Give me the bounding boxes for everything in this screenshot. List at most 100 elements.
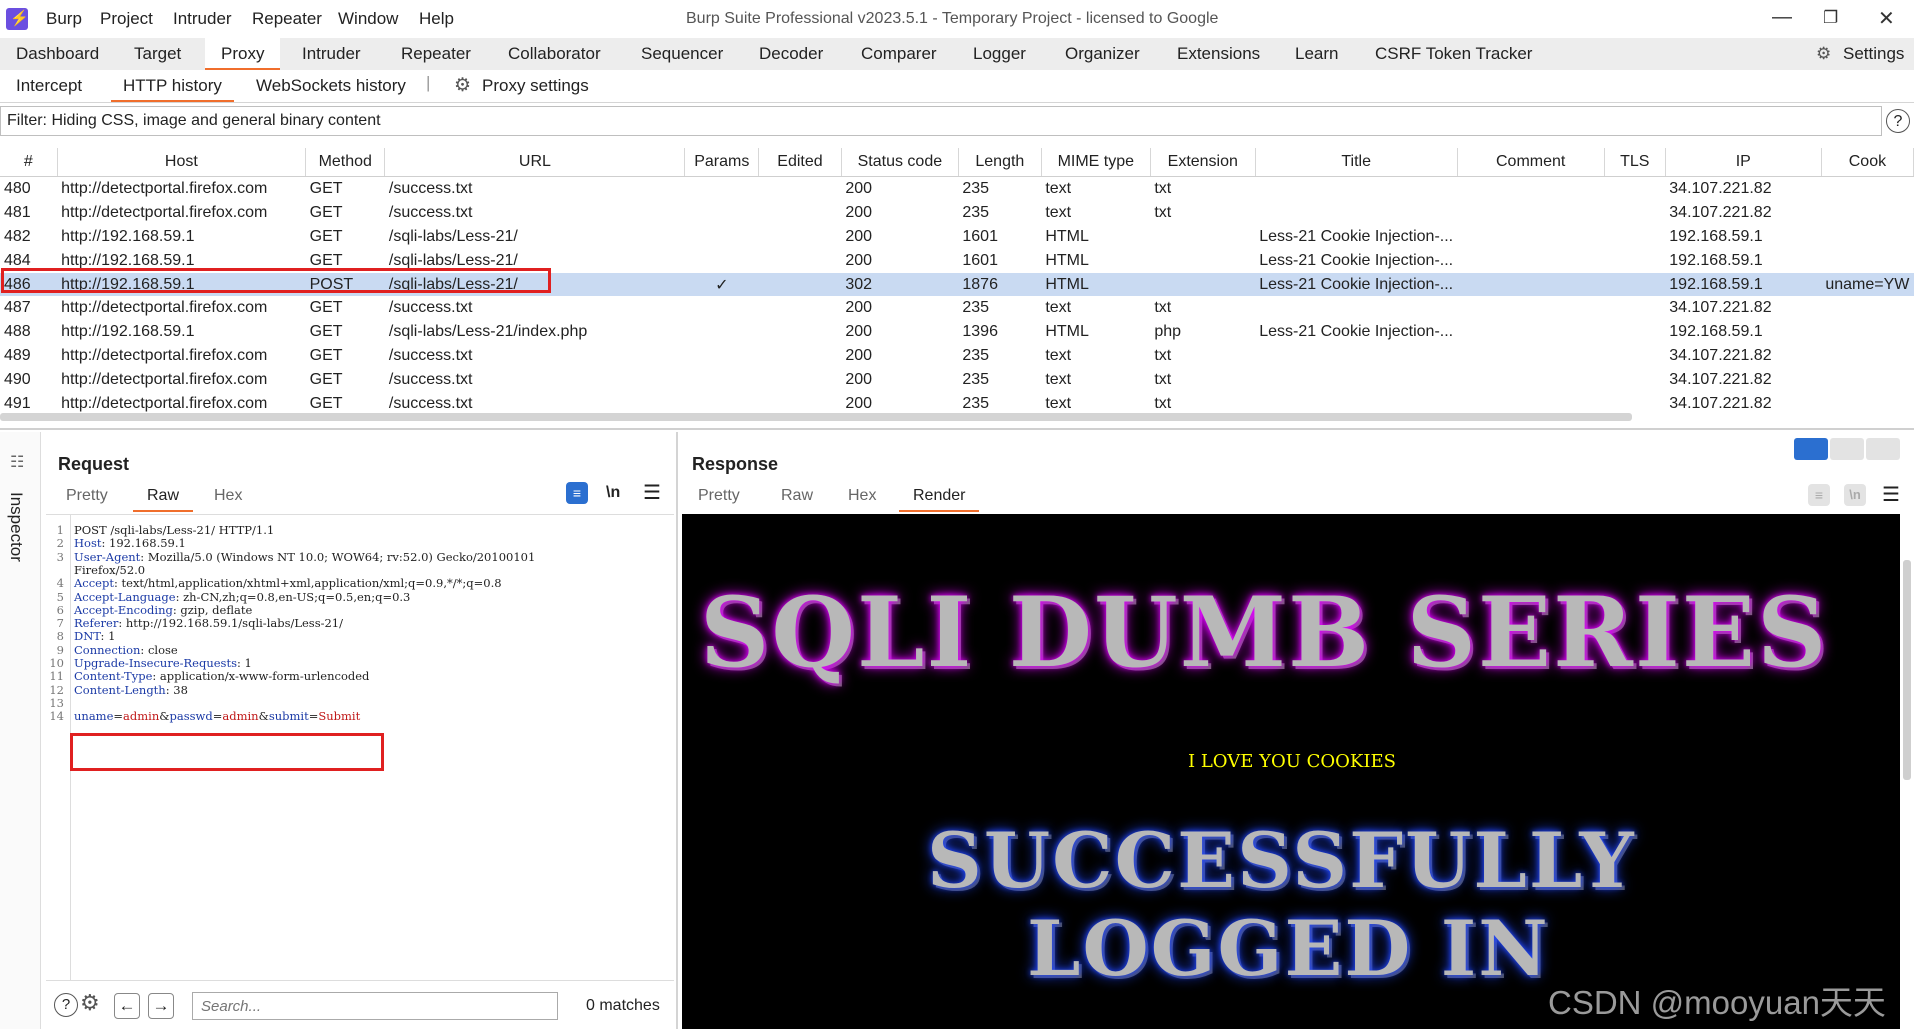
table-row[interactable]: 488 http://192.168.59.1 GET/sqli-labs/Less… (0, 320, 1914, 344)
layout-tabs-icon[interactable] (1866, 438, 1900, 460)
tab-repeater[interactable]: Repeater (401, 44, 471, 64)
table-cell: http://detectportal.firefox.com (61, 347, 268, 365)
table-cell: php (1154, 323, 1182, 341)
column-header[interactable]: Comment (1457, 148, 1605, 177)
pane-divider[interactable] (0, 428, 1914, 430)
menu-project[interactable]: Project (100, 9, 153, 29)
tab-intercept[interactable]: Intercept (16, 76, 82, 96)
table-cell (1255, 368, 1457, 392)
help-icon[interactable]: ? (54, 993, 78, 1017)
table-cell (1821, 225, 1913, 249)
minimize-icon[interactable]: — (1772, 6, 1792, 29)
gear-icon[interactable]: ⚙ (454, 74, 471, 97)
tab-organizer[interactable]: Organizer (1065, 44, 1140, 64)
column-header[interactable]: MIME type (1041, 148, 1151, 177)
gear-icon[interactable]: ⚙ (80, 990, 100, 1016)
column-header[interactable]: Title (1255, 148, 1458, 177)
request-tab-raw[interactable]: Raw (132, 487, 194, 512)
request-tab-hex[interactable]: Hex (214, 487, 242, 505)
table-cell: GET (309, 203, 343, 221)
table-cell (685, 296, 759, 320)
newline-toggle-button[interactable]: \n (606, 484, 620, 502)
title-bar: Burp Project Intruder Repeater Window He… (0, 0, 1914, 39)
table-row[interactable]: 487 http://detectportal.firefox.com GET/su… (0, 296, 1914, 320)
back-arrow-icon[interactable]: ← (114, 993, 140, 1019)
column-header[interactable]: Cook (1821, 148, 1914, 177)
render-banner: SQLI DUMB SERIES (700, 576, 1829, 689)
request-tab-pretty[interactable]: Pretty (66, 487, 108, 505)
header-value: 192.168.59.1 (105, 536, 186, 551)
close-icon[interactable]: ✕ (1878, 6, 1895, 31)
column-header[interactable]: # (0, 148, 58, 177)
tab-intruder[interactable]: Intruder (302, 44, 361, 64)
inspector-rail[interactable]: ☷ Inspector (0, 432, 41, 1029)
tab-websockets-history[interactable]: WebSockets history (256, 76, 406, 96)
tab-comparer[interactable]: Comparer (861, 44, 937, 64)
line-number: 11 (49, 669, 64, 684)
settings-button[interactable]: Settings (1843, 44, 1904, 64)
response-tab-render[interactable]: Render (898, 487, 981, 512)
column-header[interactable]: IP (1665, 148, 1822, 177)
tab-decoder[interactable]: Decoder (759, 44, 823, 64)
line-content: Referer: http://192.168.59.1/sqli-labs/L… (74, 616, 343, 630)
proxy-settings-button[interactable]: Proxy settings (482, 76, 589, 96)
tab-extensions[interactable]: Extensions (1177, 44, 1260, 64)
column-header[interactable]: Edited (758, 148, 842, 177)
layout-side-by-side-icon[interactable] (1794, 438, 1828, 460)
column-header[interactable]: Params (684, 148, 760, 177)
column-header[interactable]: TLS (1604, 148, 1666, 177)
table-cell: 34.107.221.82 (1669, 299, 1772, 317)
forward-arrow-icon[interactable]: → (148, 993, 174, 1019)
table-cell: 34.107.221.82 (1669, 371, 1772, 389)
horizontal-scrollbar[interactable] (0, 413, 1632, 421)
pane-splitter[interactable] (676, 432, 678, 1029)
menu-intruder[interactable]: Intruder (173, 9, 232, 29)
response-tab-raw[interactable]: Raw (781, 487, 813, 505)
column-header[interactable]: URL (384, 148, 686, 177)
column-header[interactable]: Extension (1150, 148, 1256, 177)
table-cell: 34.107.221.82 (1669, 203, 1772, 221)
tab-target[interactable]: Target (134, 44, 181, 64)
table-row[interactable]: 481 http://detectportal.firefox.com GET/su… (0, 201, 1914, 225)
newline-toggle-button[interactable]: \n (1844, 484, 1866, 506)
menu-icon[interactable]: ☰ (643, 480, 661, 505)
table-cell: 200 (845, 371, 873, 389)
vertical-scrollbar[interactable] (1903, 560, 1911, 780)
tab-learn[interactable]: Learn (1295, 44, 1338, 64)
table-cell: HTML (1045, 251, 1089, 269)
table-row[interactable]: 490 http://detectportal.firefox.com GET/su… (0, 368, 1914, 392)
filter-bar[interactable]: Filter: Hiding CSS, image and general bi… (0, 106, 1882, 136)
wrap-lines-icon[interactable]: ≡ (1808, 484, 1830, 506)
tab-dashboard[interactable]: Dashboard (16, 44, 99, 64)
line-number: 13 (49, 695, 64, 710)
column-header[interactable]: Status code (841, 148, 959, 177)
tab-sequencer[interactable]: Sequencer (641, 44, 723, 64)
menu-burp[interactable]: Burp (46, 9, 82, 29)
search-input[interactable] (192, 992, 558, 1020)
restore-icon[interactable]: ❐ (1823, 8, 1838, 28)
layout-top-bottom-icon[interactable] (1830, 438, 1864, 460)
header-value: 38 (169, 682, 188, 697)
tab-logger[interactable]: Logger (973, 44, 1026, 64)
response-tab-pretty[interactable]: Pretty (698, 487, 740, 505)
menu-icon[interactable]: ☰ (1882, 482, 1900, 507)
tab-http-history[interactable]: HTTP history (111, 76, 234, 102)
tab-csrf-token-tracker[interactable]: CSRF Token Tracker (1375, 44, 1532, 64)
tab-proxy[interactable]: Proxy (205, 38, 281, 70)
table-row[interactable]: 482 http://192.168.59.1 GET/sqli-labs/Less… (0, 225, 1914, 249)
inspector-label[interactable]: Inspector (6, 492, 26, 562)
column-header[interactable]: Method (305, 148, 386, 177)
column-header[interactable]: Length (958, 148, 1042, 177)
response-tab-hex[interactable]: Hex (848, 487, 876, 505)
column-header[interactable]: Host (57, 148, 307, 177)
table-row[interactable]: 489 http://detectportal.firefox.com GET/su… (0, 344, 1914, 368)
menu-window[interactable]: Window (338, 9, 398, 29)
table-row[interactable]: 491 http://detectportal.firefox.com GET/su… (0, 392, 1914, 413)
menu-repeater[interactable]: Repeater (252, 9, 322, 29)
wrap-lines-icon[interactable]: ≡ (566, 482, 588, 504)
menu-help[interactable]: Help (419, 9, 454, 29)
table-row[interactable]: 480 http://detectportal.firefox.com GET/su… (0, 177, 1914, 201)
gear-icon[interactable]: ⚙ (1816, 44, 1831, 64)
tab-collaborator[interactable]: Collaborator (508, 44, 601, 64)
help-icon[interactable]: ? (1886, 109, 1910, 133)
